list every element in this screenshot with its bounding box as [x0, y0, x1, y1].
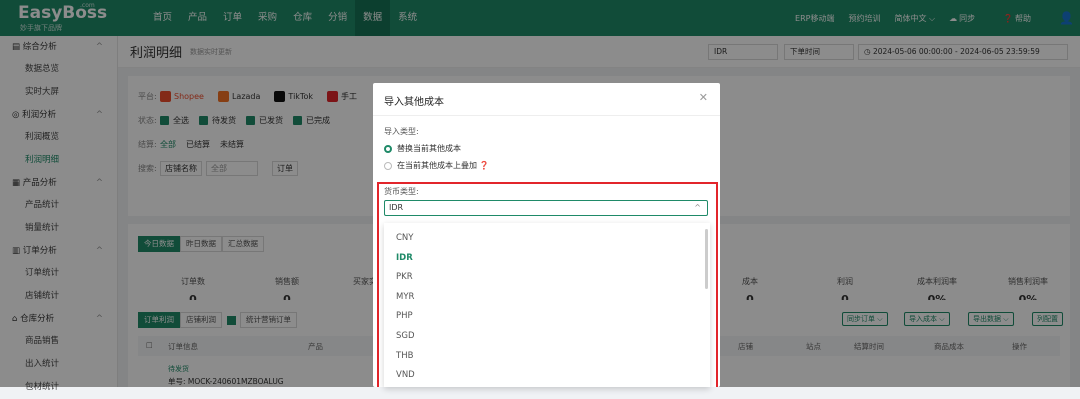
currency-option-myr[interactable]: MYR [384, 288, 710, 308]
modal-divider [373, 115, 720, 116]
currency-type-select[interactable]: IDR ^ [384, 200, 708, 216]
radio-unchecked-icon [384, 161, 392, 170]
currency-option-pkr[interactable]: PKR [384, 268, 710, 288]
chevron-up-icon: ^ [694, 203, 701, 212]
radio-overlay[interactable]: 在当前其他成本上叠加 ❓ [384, 160, 489, 171]
currency-option-vnd[interactable]: VND [384, 366, 710, 386]
dropdown-scrollbar[interactable] [705, 229, 708, 289]
radio-checked-icon [384, 144, 392, 153]
import-type-label: 导入类型: [384, 127, 419, 136]
currency-option-php[interactable]: PHP [384, 307, 710, 327]
close-icon[interactable]: ✕ [699, 91, 708, 104]
currency-type-label: 货币类型: [384, 187, 419, 196]
help-icon: ❓ [479, 161, 489, 170]
modal-title: 导入其他成本 [384, 97, 444, 108]
currency-option-idr[interactable]: IDR [384, 249, 710, 269]
currency-option-cny[interactable]: CNY [384, 229, 710, 249]
currency-option-sgd[interactable]: SGD [384, 327, 710, 347]
currency-option-thb[interactable]: THB [384, 347, 710, 367]
currency-dropdown: CNY IDR PKR MYR PHP SGD THB VND [384, 223, 710, 387]
import-other-cost-modal: 导入其他成本 ✕ 导入类型: 替换当前其他成本 在当前其他成本上叠加 ❓ 货币类型… [373, 83, 720, 387]
radio-replace[interactable]: 替换当前其他成本 [384, 143, 461, 154]
